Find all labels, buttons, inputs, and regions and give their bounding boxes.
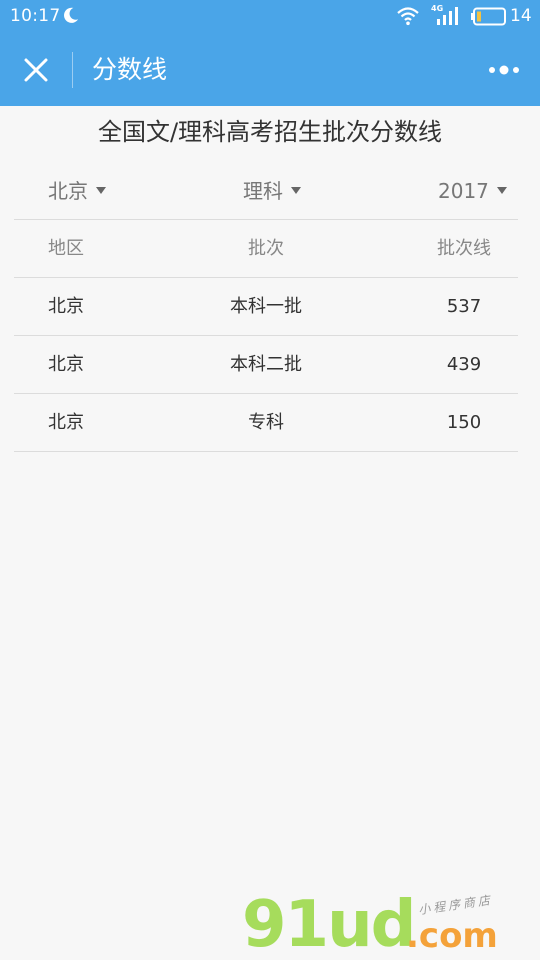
page-title: 分数线 bbox=[92, 55, 168, 84]
score-table: 地区 批次 批次线 北京 本科一批 537 北京 本科二批 439 北京 专科 … bbox=[14, 220, 518, 452]
watermark-domain: .com bbox=[406, 916, 498, 956]
cell-region: 北京 bbox=[48, 296, 84, 317]
subject-dropdown[interactable]: 理科 bbox=[243, 174, 301, 208]
nav-bar: 分数线 bbox=[0, 34, 540, 106]
signal-icon bbox=[437, 7, 458, 25]
table-row: 北京 本科一批 537 bbox=[14, 278, 518, 336]
nav-divider bbox=[72, 52, 73, 88]
cell-region: 北京 bbox=[48, 354, 84, 375]
status-time: 10:17 bbox=[10, 6, 61, 26]
watermark-tagline: 小程序商店 bbox=[417, 892, 494, 918]
filter-row: 北京 理科 2017 bbox=[14, 162, 518, 220]
region-dropdown[interactable]: 北京 bbox=[48, 174, 106, 208]
watermark: 91ud 小程序商店 .com bbox=[238, 890, 538, 960]
status-bar: 10:17 4G 14 bbox=[0, 0, 540, 34]
cell-score: 439 bbox=[446, 354, 482, 375]
more-icon[interactable] bbox=[484, 56, 524, 84]
close-icon[interactable] bbox=[18, 52, 54, 88]
page-heading: 全国文/理科高考招生批次分数线 bbox=[97, 118, 443, 146]
year-dropdown-value: 2017 bbox=[438, 179, 489, 203]
caret-down-icon bbox=[496, 187, 507, 194]
subject-dropdown-value: 理科 bbox=[243, 179, 283, 203]
cell-batch: 本科一批 bbox=[230, 296, 302, 317]
region-dropdown-value: 北京 bbox=[48, 179, 88, 203]
cell-score: 150 bbox=[446, 412, 482, 433]
cell-batch: 专科 bbox=[248, 412, 284, 433]
cell-region: 北京 bbox=[48, 412, 84, 433]
header-batch: 批次 bbox=[248, 238, 284, 259]
battery-percent: 14 bbox=[510, 6, 532, 26]
watermark-brand: 91ud bbox=[242, 888, 416, 960]
header-score: 批次线 bbox=[437, 238, 491, 259]
cell-batch: 本科二批 bbox=[230, 354, 302, 375]
year-dropdown[interactable]: 2017 bbox=[438, 174, 507, 208]
battery-icon bbox=[471, 7, 506, 26]
header-region: 地区 bbox=[48, 238, 84, 259]
table-row: 北京 专科 150 bbox=[14, 394, 518, 452]
cell-score: 537 bbox=[446, 296, 482, 317]
wifi-icon bbox=[397, 7, 419, 26]
table-row: 北京 本科二批 439 bbox=[14, 336, 518, 394]
table-header-row: 地区 批次 批次线 bbox=[14, 220, 518, 278]
caret-down-icon bbox=[291, 187, 301, 194]
caret-down-icon bbox=[96, 187, 106, 194]
moon-icon bbox=[64, 7, 79, 23]
